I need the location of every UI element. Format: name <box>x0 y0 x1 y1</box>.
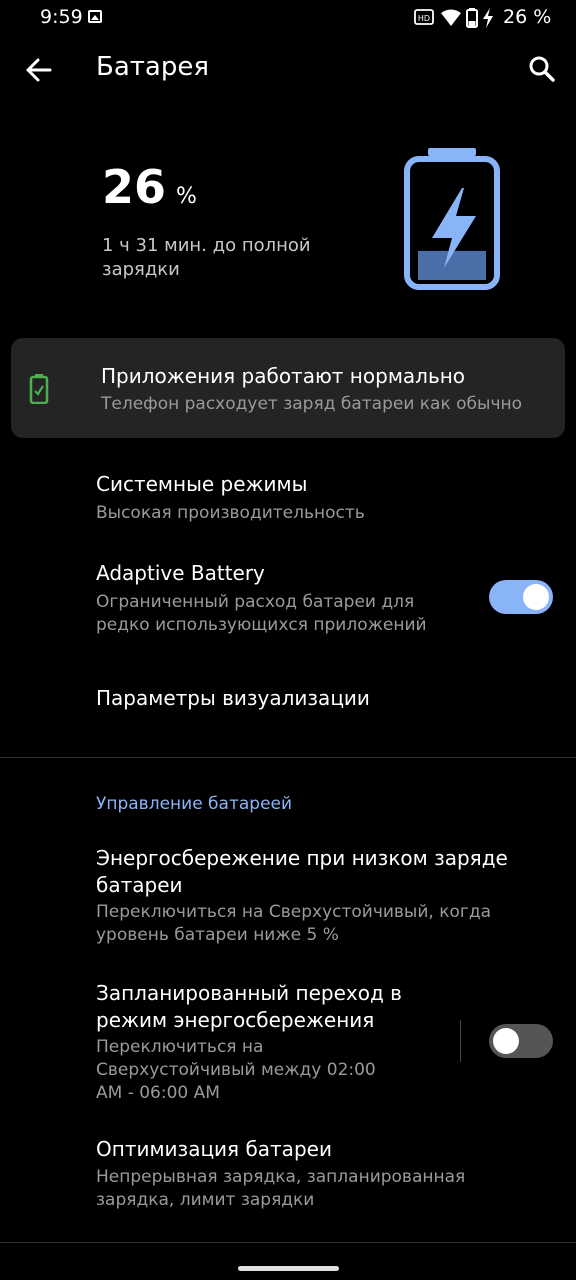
gesture-nav-handle[interactable] <box>238 1266 339 1271</box>
battery-percent-unit: % <box>176 184 197 209</box>
item-title: Запланированный переход в режим энергосб… <box>96 981 402 1032</box>
status-time: 9:59 <box>40 6 83 28</box>
battery-percent: 26% <box>102 160 197 214</box>
item-title: Энергосбережение при низком заряде батар… <box>96 846 508 897</box>
wifi-icon <box>441 9 461 26</box>
toggle-thumb <box>523 584 549 610</box>
toggle-thumb <box>493 1028 519 1054</box>
svg-text:HD: HD <box>418 14 430 23</box>
scheduled-saver-toggle[interactable] <box>489 1024 553 1058</box>
card-subtitle: Телефон расходует заряд батареи как обыч… <box>101 394 522 414</box>
item-title: Системные режимы <box>96 472 308 496</box>
battery-percent-value: 26 <box>102 160 167 214</box>
hd-voice-icon: HD <box>414 9 434 25</box>
item-subtitle: Переключиться на Сверхустойчивый, когда … <box>96 902 491 945</box>
section-header-battery-management: Управление батареей <box>96 794 293 814</box>
arrow-back-icon <box>26 58 52 82</box>
card-title: Приложения работают нормально <box>101 364 466 388</box>
item-subtitle: Высокая производительность <box>96 503 365 523</box>
search-icon <box>529 56 555 82</box>
search-button[interactable] <box>522 50 562 90</box>
item-subtitle: Непрерывная зарядка, запланированная зар… <box>96 1167 466 1210</box>
app-status-card[interactable]: Приложения работают нормально Телефон ра… <box>11 338 565 438</box>
status-battery-percent: 26 % <box>503 6 552 28</box>
battery-settings-screen: 9:59 HD 26 % Батарея 26 % 1 ч 31 мин. до… <box>0 0 576 1280</box>
item-subtitle: Переключиться на Сверхустойчивый между 0… <box>96 1037 376 1103</box>
battery-icon <box>466 8 478 28</box>
page-title: Батарея <box>96 52 209 82</box>
back-button[interactable] <box>20 52 58 88</box>
battery-ok-icon <box>29 374 49 404</box>
item-title: Оптимизация батареи <box>96 1137 332 1161</box>
app-bar: Батарея <box>0 36 576 104</box>
gallery-icon <box>88 10 102 23</box>
item-title: Параметры визуализации <box>96 686 370 710</box>
item-subtitle: Ограниченный расход батареи для редко ис… <box>96 592 427 635</box>
charge-time-remaining: 1 ч 31 мин. до полной зарядки <box>102 235 311 280</box>
vertical-divider <box>460 1020 461 1062</box>
divider <box>0 757 576 758</box>
bolt-icon <box>483 8 493 28</box>
status-bar: 9:59 HD 26 % <box>0 0 576 36</box>
battery-charging-graphic <box>404 148 500 290</box>
adaptive-battery-toggle[interactable] <box>489 580 553 614</box>
item-title: Adaptive Battery <box>96 561 265 585</box>
divider <box>0 1242 576 1243</box>
